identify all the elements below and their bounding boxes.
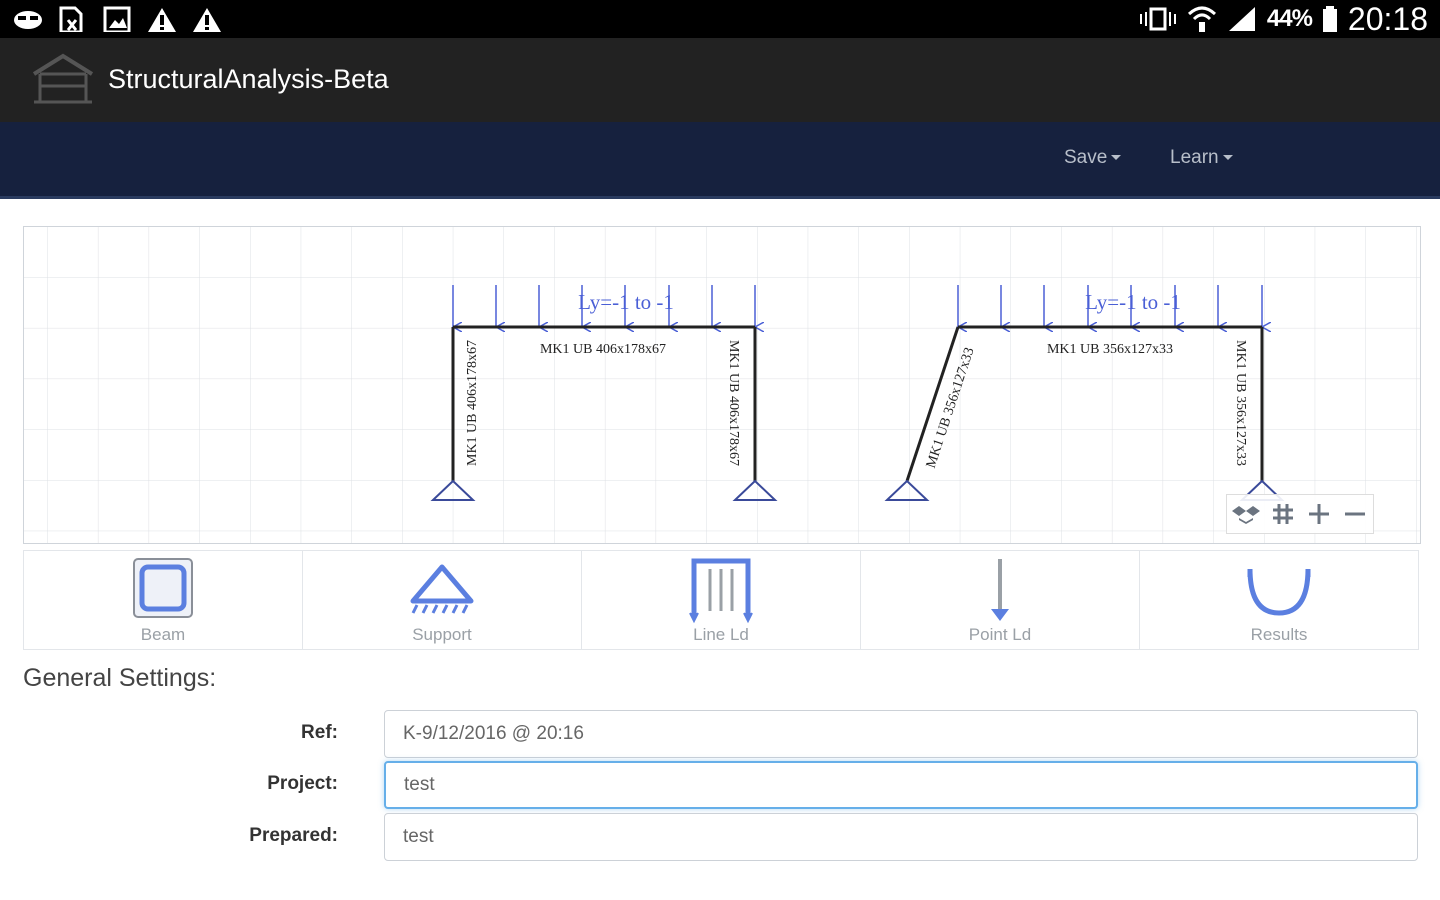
prepared-input[interactable] [384,813,1418,861]
grid-background [24,227,1420,543]
status-bar: 44% 20:18 [0,0,1440,38]
results-tool-label: Results [1250,625,1308,644]
ref-input[interactable] [384,710,1418,758]
battery-percent: 44% [1266,5,1313,32]
app-logo-icon [32,53,94,104]
signal-icon [1228,7,1255,31]
prepared-label: Prepared: [249,825,338,846]
general-settings-title: General Settings: [23,664,217,692]
save-menu-label: Save [1064,147,1108,168]
learn-menu[interactable]: Learn [1170,147,1233,169]
beam-tool-label: Beam [140,625,186,644]
app-title: StructuralAnalysis-Beta [108,64,389,94]
point-load-icon [991,559,1009,621]
point-load-tool-label: Point Ld [968,625,1032,644]
frame-2-load-label: Ly=-1 to -1 [1085,290,1181,314]
status-time: 20:18 [1347,0,1428,37]
line-load-tool-label: Line Ld [693,625,749,644]
frame-1-left-column-label: MK1 UB 406x178x67 [465,340,480,466]
zoom-in-icon[interactable] [1303,498,1335,530]
frame-2-right-column-label: MK1 UB 356x127x33 [1233,340,1248,466]
vibrate-icon [1139,7,1176,31]
point-load-tool-button[interactable]: Point Ld [861,550,1140,650]
learn-menu-label: Learn [1170,147,1219,168]
warning-icon [148,8,176,32]
structure-canvas[interactable]: Ly=-1 to -1 MK1 UB 406x178x67 MK1 UB 406… [23,226,1421,544]
nav-bar: Save Learn [0,122,1440,196]
frame-2-beam-label: MK1 UB 356x127x33 [1047,342,1173,357]
structure-drawing[interactable]: Ly=-1 to -1 MK1 UB 406x178x67 MK1 UB 406… [24,227,1420,543]
results-tool-button[interactable]: Results [1140,550,1419,650]
dropbox-icon[interactable] [1230,498,1262,530]
zoom-out-icon[interactable] [1339,498,1371,530]
canvas-controls [1226,494,1374,534]
document-icon [59,6,83,32]
app-bar: StructuralAnalysis-Beta [0,38,1440,122]
caret-down-icon [1111,155,1122,161]
frame-1-beam-label: MK1 UB 406x178x67 [540,342,666,357]
beam-icon [133,558,193,618]
frame-1-load-label: Ly=-1 to -1 [578,290,674,314]
support-tool-button[interactable]: Support [303,550,582,650]
save-menu[interactable]: Save [1064,147,1122,169]
results-icon [1247,568,1311,616]
caret-down-icon [1222,155,1233,161]
support-tool-label: Support [412,625,472,644]
nav-divider [0,196,1440,199]
project-label: Project: [267,773,338,794]
support-icon [410,564,474,614]
beam-tool-button[interactable]: Beam [23,550,303,650]
project-input[interactable] [384,761,1418,809]
tool-bar: Beam Support Line Ld Point Ld Results [23,550,1419,650]
line-load-tool-button[interactable]: Line Ld [582,550,861,650]
image-icon [103,6,131,32]
ref-label: Ref: [301,722,338,743]
warning-icon [193,8,221,32]
frame-1-right-column-label: MK1 UB 406x178x67 [726,340,741,466]
line-load-icon [689,558,753,624]
grid-icon[interactable] [1267,498,1299,530]
battery-icon [1322,6,1337,32]
app-notification-icon [14,11,42,29]
wifi-icon [1187,6,1216,32]
